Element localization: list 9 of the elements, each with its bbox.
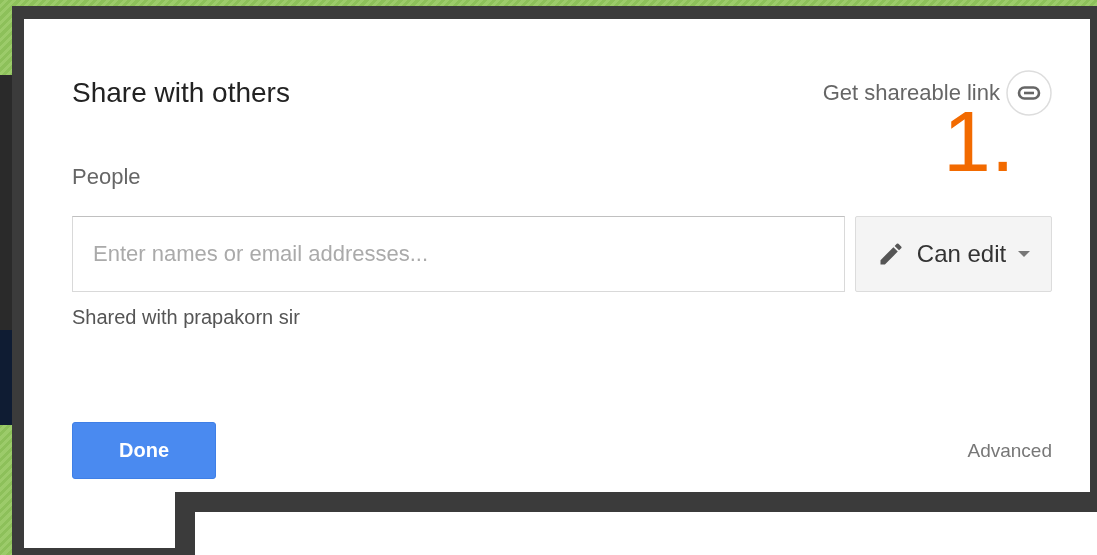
- people-input-field[interactable]: Enter names or email addresses...: [72, 216, 845, 292]
- shared-with-text: Shared with prapakorn sir: [72, 306, 301, 329]
- permission-dropdown[interactable]: Can edit: [855, 216, 1052, 292]
- dialog-title: Share with others: [72, 77, 290, 109]
- people-label: People: [72, 164, 142, 190]
- link-icon: [1006, 70, 1052, 116]
- caret-icon: [1018, 251, 1031, 257]
- advanced-link[interactable]: Advanced: [967, 440, 1052, 462]
- done-button[interactable]: Done: [72, 422, 216, 479]
